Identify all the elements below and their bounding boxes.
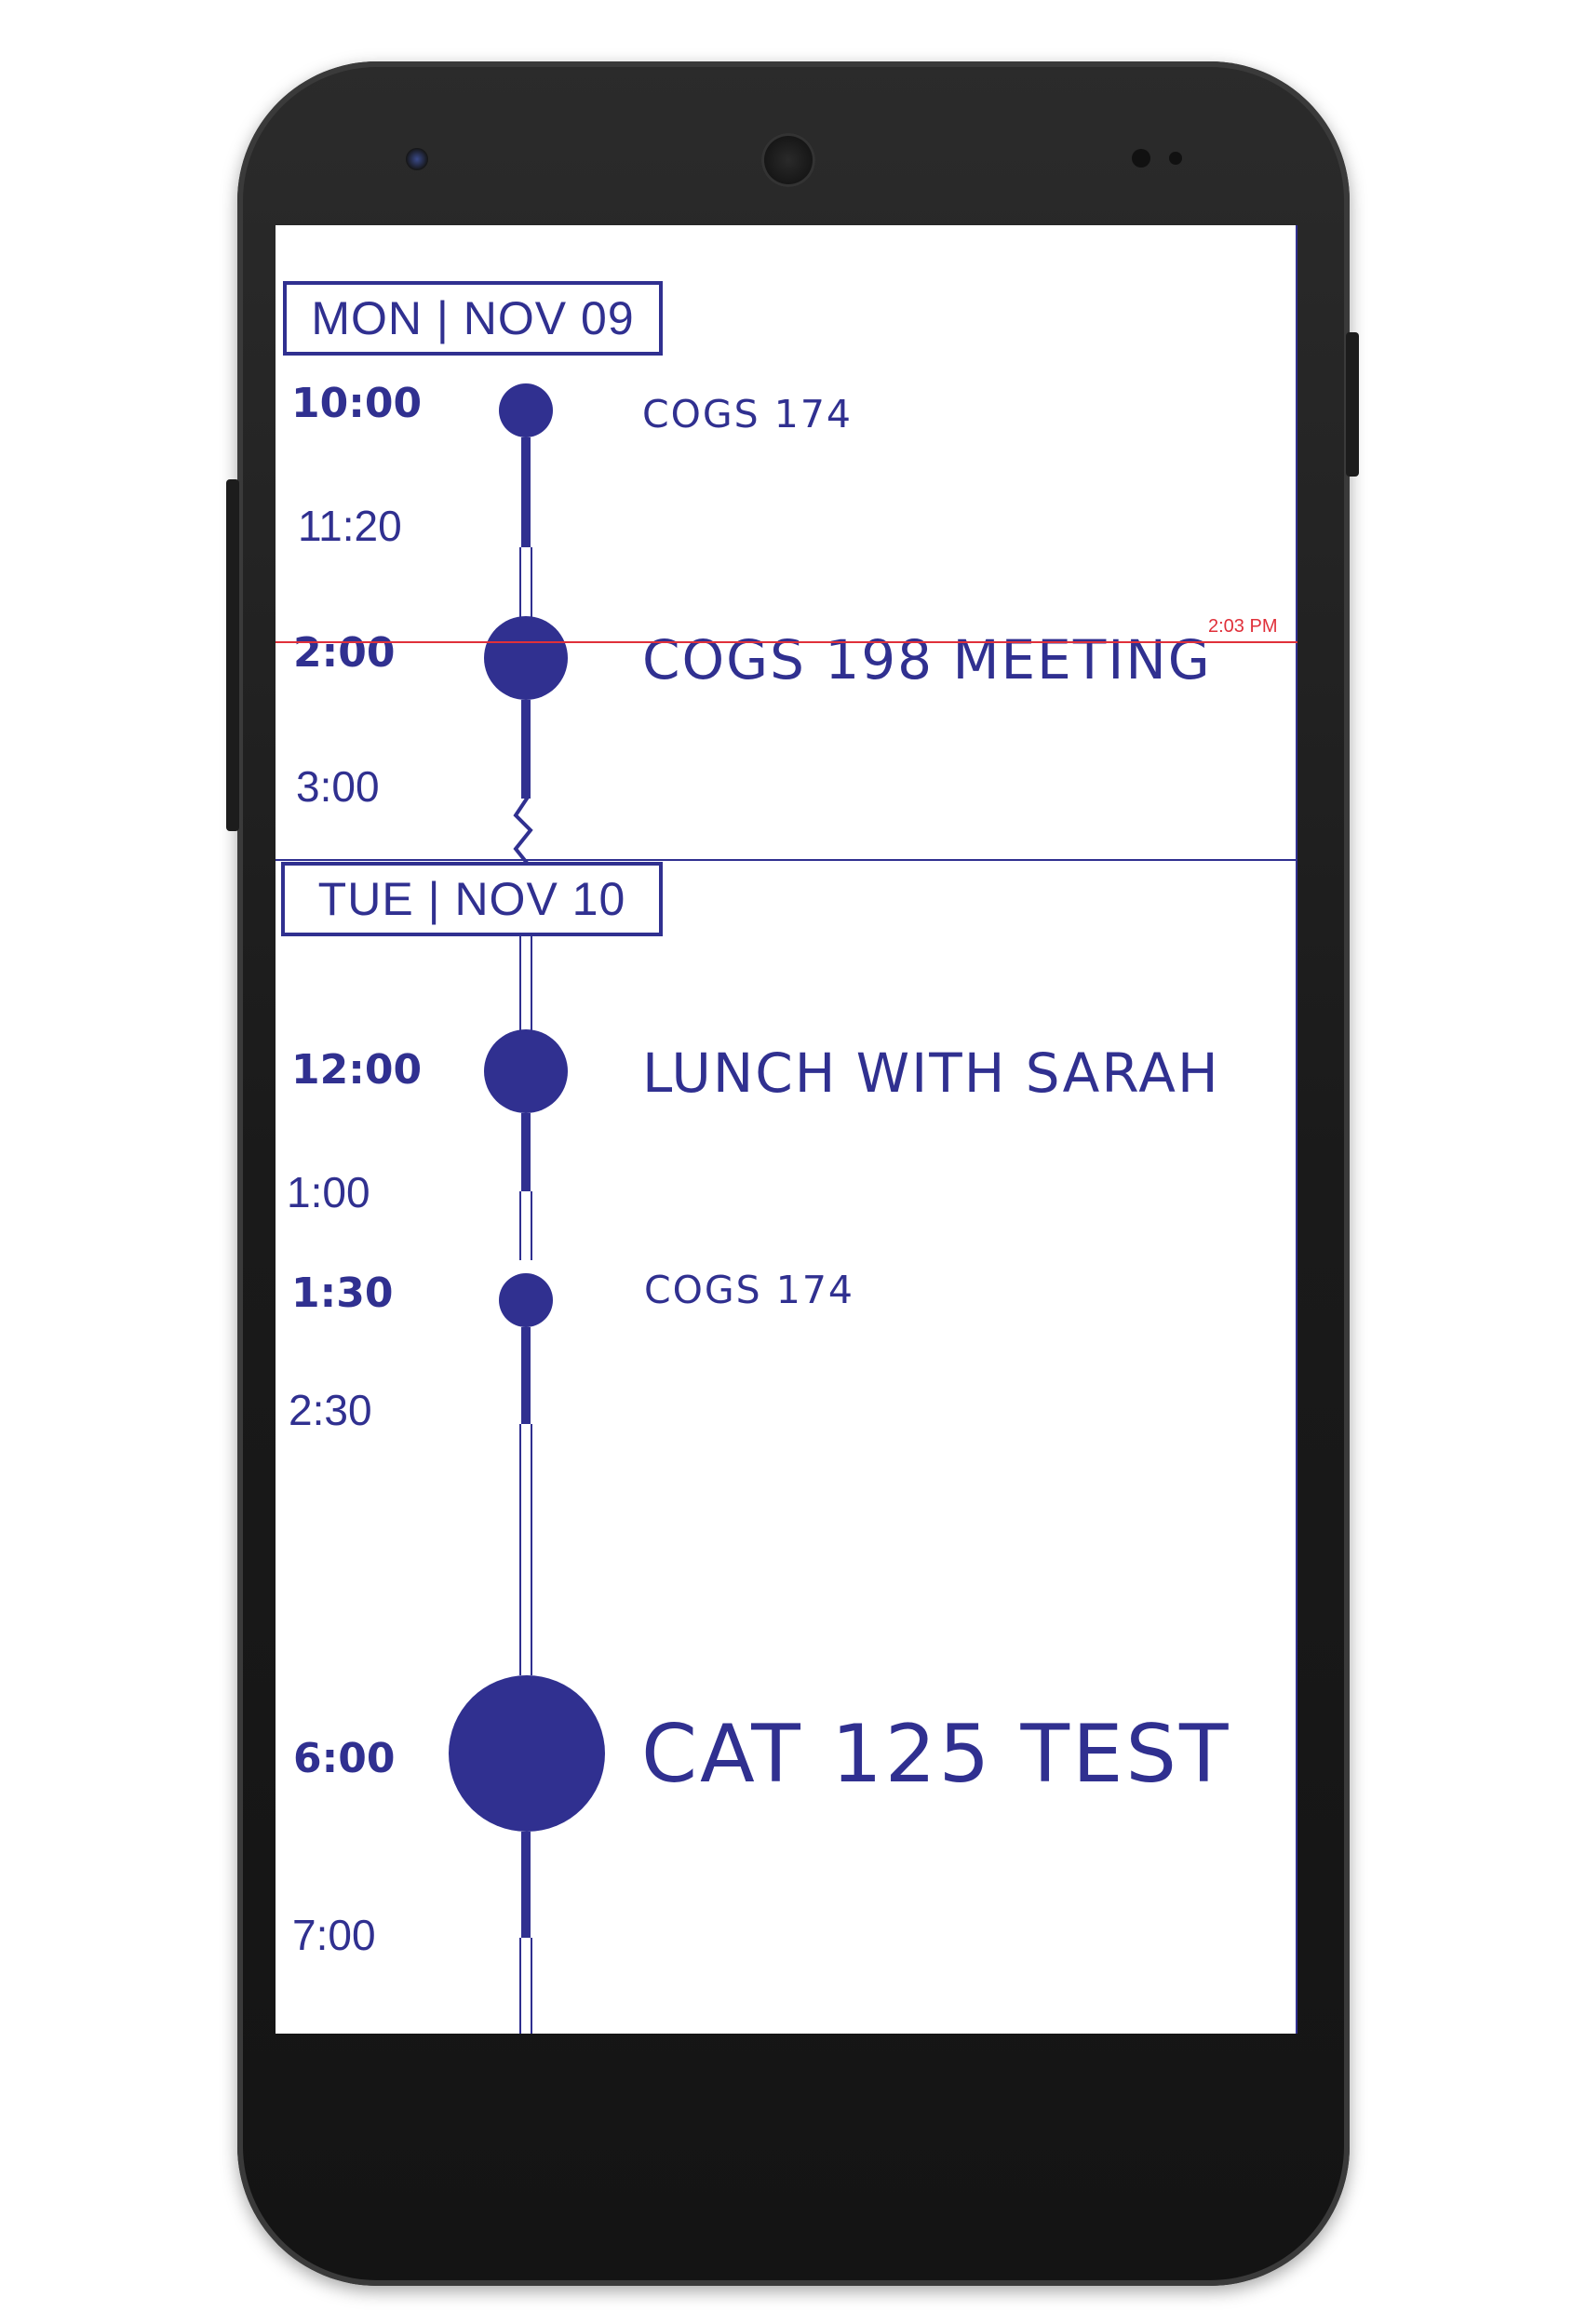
event-title[interactable]: CAT 125 TEST <box>641 1714 1231 1794</box>
timeline-screen[interactable]: MON | NOV 09 10:00 COGS 174 11:20 2:00 C… <box>276 225 1297 2034</box>
day-header-tue: TUE | NOV 10 <box>281 862 663 936</box>
current-time-label: 2:03 PM <box>1208 616 1278 637</box>
event-start-time: 1:30 <box>291 1269 394 1317</box>
event-dot[interactable] <box>499 1273 553 1327</box>
volume-button <box>226 479 239 831</box>
event-dot[interactable] <box>449 1675 605 1832</box>
sensor-icon <box>1169 152 1182 165</box>
event-title[interactable]: LUNCH WITH SARAH <box>642 1046 1220 1100</box>
event-start-time: 2:00 <box>293 629 396 677</box>
timeline-gap <box>519 1191 532 1260</box>
event-start-time: 10:00 <box>291 380 423 427</box>
event-end-time: 2:30 <box>289 1386 372 1434</box>
timeline-segment <box>521 1832 531 1938</box>
event-end-time: 3:00 <box>296 762 380 811</box>
event-start-time: 12:00 <box>291 1046 423 1094</box>
current-time-line <box>276 641 1297 643</box>
event-end-time: 7:00 <box>292 1911 376 1959</box>
sensor-icon <box>1132 149 1150 168</box>
scroll-edge <box>1296 225 1297 2034</box>
timeline-segment <box>521 1113 531 1191</box>
event-dot[interactable] <box>484 1029 568 1113</box>
timeline-segment <box>521 700 531 799</box>
power-button <box>1346 332 1359 477</box>
front-camera-icon <box>406 148 428 170</box>
timeline-segment <box>521 1327 531 1424</box>
timeline-segment <box>521 437 531 547</box>
day-header-mon: MON | NOV 09 <box>283 281 663 356</box>
event-title[interactable]: COGS 174 <box>644 1271 854 1310</box>
timeline-gap <box>519 1424 532 1675</box>
event-end-time: 1:00 <box>287 1168 370 1216</box>
event-dot[interactable] <box>499 383 553 437</box>
event-start-time: 6:00 <box>293 1735 396 1782</box>
day-break-icon <box>513 793 533 863</box>
event-end-time: 11:20 <box>298 502 402 550</box>
day-divider <box>276 859 1297 861</box>
timeline-gap <box>519 1938 532 2034</box>
event-title[interactable]: COGS 174 <box>642 396 853 434</box>
event-dot[interactable] <box>484 616 568 700</box>
speaker-grille-icon <box>761 133 815 187</box>
